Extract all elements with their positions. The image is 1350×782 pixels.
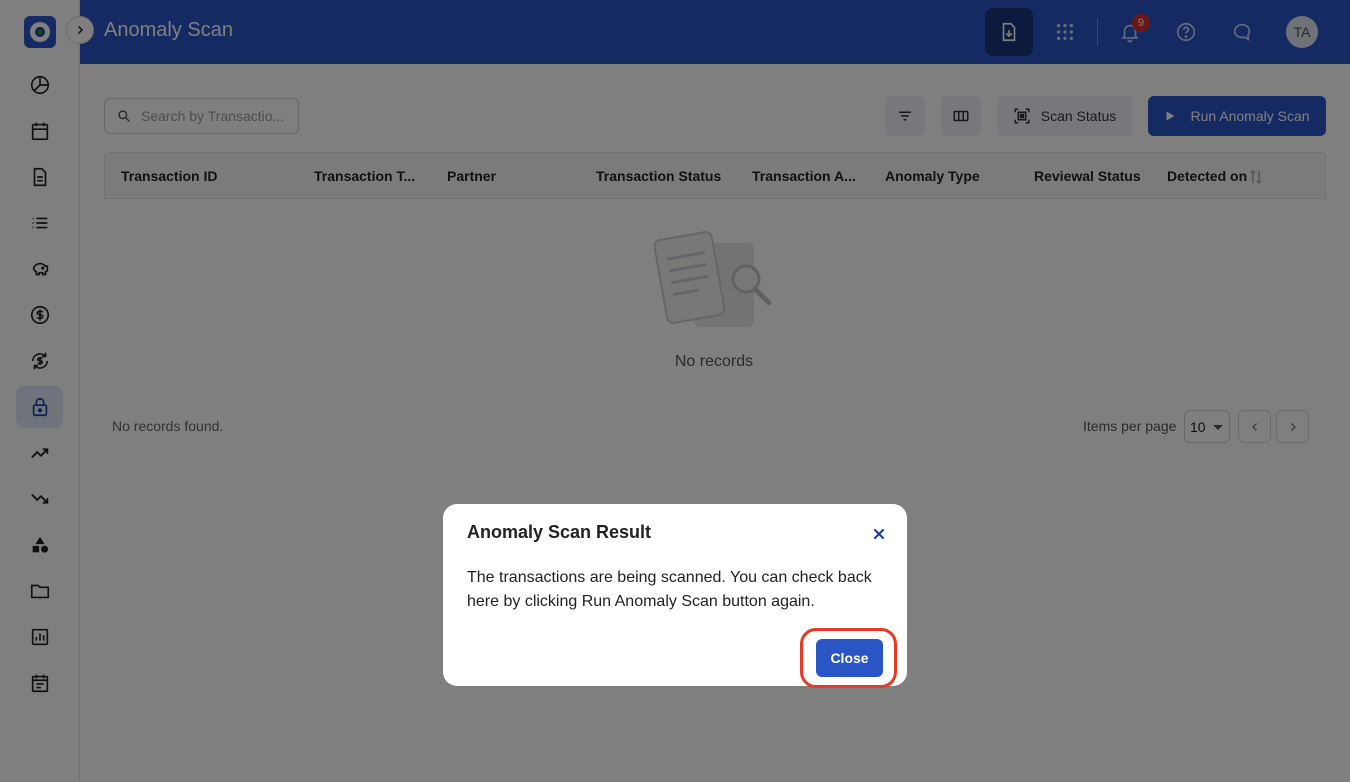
close-button-highlight xyxy=(800,628,897,688)
dialog-close-icon-button[interactable] xyxy=(867,522,891,546)
close-icon xyxy=(873,528,885,540)
dialog-title: Anomaly Scan Result xyxy=(467,522,652,542)
dialog-message: The transactions are being scanned. You … xyxy=(467,569,872,610)
